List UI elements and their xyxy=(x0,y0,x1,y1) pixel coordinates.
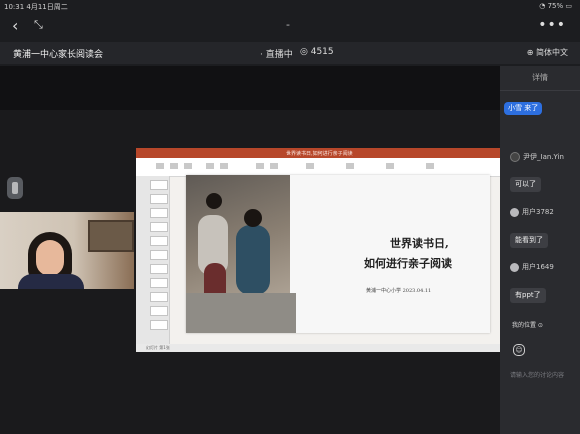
slide-thumbnail xyxy=(150,320,168,330)
slide-thumbnail xyxy=(150,222,168,232)
family-reading-photo xyxy=(186,175,296,333)
camera-wall-frame xyxy=(88,220,134,252)
slide-thumbnail xyxy=(150,278,168,288)
slide-canvas: 世界读书日, 如何进行亲子阅读 黄浦一中心小学 2023.04.11 xyxy=(186,175,490,333)
back-icon[interactable]: ‹ xyxy=(12,16,18,35)
status-bar: 10:31 4月11日周二 ◔ 75% ▭ xyxy=(0,0,580,12)
slide-thumbnail xyxy=(150,180,168,190)
slide-thumbnail xyxy=(150,306,168,316)
location-label: 我的位置 xyxy=(512,322,537,329)
ribbon-icon xyxy=(386,163,394,169)
divider xyxy=(500,90,580,91)
lock-icon[interactable] xyxy=(7,177,23,199)
ribbon-icon xyxy=(184,163,192,169)
shared-screen[interactable]: 世界读书日,如何进行亲子阅读 世界读书日, 如何进行亲子阅读 黄浦一中心小学 2… xyxy=(136,148,500,352)
slide-thumbnail xyxy=(150,292,168,302)
viewer-count-value: 4515 xyxy=(310,47,334,57)
slide-thumbnail xyxy=(150,208,168,218)
battery-indicator: ◔ 75% ▭ xyxy=(539,2,572,10)
slide-thumbnail xyxy=(150,236,168,246)
slide-thumbnail xyxy=(150,250,168,260)
chat-input[interactable]: 请输入您的讨论内容 xyxy=(510,370,578,379)
battery-label: 75% xyxy=(547,2,564,10)
speaker-camera-feed[interactable] xyxy=(0,212,134,289)
ribbon-icon xyxy=(306,163,314,169)
emoji-icon[interactable]: ☺ xyxy=(513,344,525,356)
speaker-body xyxy=(18,274,84,289)
stage-top-band xyxy=(0,66,500,110)
location-button[interactable]: 我的位置 ⊙ xyxy=(512,320,543,329)
viewer-count: ◎ 4515 xyxy=(300,47,334,57)
speaker-face xyxy=(36,240,64,276)
language-label: 简体中文 xyxy=(536,48,568,57)
photo-figure xyxy=(236,225,270,295)
slide-thumbnail xyxy=(150,194,168,204)
location-pin-icon: ⊙ xyxy=(536,322,543,329)
live-badge: · 直播中 xyxy=(260,47,293,60)
chat-message: 有ppt了 xyxy=(510,288,546,303)
chat-message: 能看到了 xyxy=(510,233,548,248)
photo-figure xyxy=(244,209,262,227)
ribbon-icon xyxy=(256,163,264,169)
viewers-icon: ◎ xyxy=(300,47,311,57)
chat-user: 尹伊_Ian.Yin xyxy=(510,152,564,162)
slide-subtitle: 黄浦一中心小学 2023.04.11 xyxy=(366,288,432,294)
title-dash: - xyxy=(286,18,290,31)
chat-user: 用户1649 xyxy=(510,262,554,272)
chat-message: 可以了 xyxy=(510,177,541,192)
photo-floor xyxy=(186,293,296,333)
ribbon-icon xyxy=(346,163,354,169)
chat-username: 用户3782 xyxy=(522,208,554,216)
avatar xyxy=(510,207,519,217)
stream-title: 黄浦一中心家长阅读会 xyxy=(13,50,104,60)
photo-figure xyxy=(206,193,222,209)
chat-user: 用户3782 xyxy=(510,207,554,217)
slide-thumbnails xyxy=(136,176,170,344)
shrink-icon[interactable]: ⤡ xyxy=(34,18,43,32)
avatar xyxy=(510,262,519,272)
ppt-status-text: 幻灯片 第1张 xyxy=(146,345,170,350)
ribbon-icon xyxy=(170,163,178,169)
ribbon-icon xyxy=(270,163,278,169)
ppt-window-title: 世界读书日,如何进行亲子阅读 xyxy=(286,151,353,157)
battery-icon: ▭ xyxy=(563,2,572,10)
status-time: 10:31 4月11日周二 xyxy=(4,3,68,11)
slide-headline-1: 世界读书日, xyxy=(390,237,449,250)
ribbon-icon xyxy=(156,163,164,169)
chat-username: 尹伊_Ian.Yin xyxy=(523,153,564,161)
language-switch[interactable]: ⊕ 简体中文 xyxy=(527,47,568,58)
ppt-status-bar: 幻灯片 第1张 xyxy=(136,344,500,352)
ppt-title-bar: 世界读书日,如何进行亲子阅读 xyxy=(136,148,500,158)
chat-username: 用户1649 xyxy=(522,263,554,271)
stream-title-bar: 黄浦一中心家长阅读会 · 直播中 ◎ 4515 ⊕ 简体中文 xyxy=(0,42,580,64)
ribbon-icon xyxy=(426,163,434,169)
globe-icon: ⊕ xyxy=(526,48,536,57)
tab-details[interactable]: 详情 xyxy=(500,72,580,83)
lock-icon-glyph xyxy=(12,182,18,194)
live-label: 直播中 xyxy=(265,50,293,60)
avatar xyxy=(510,152,520,162)
slide-headline-2: 如何进行亲子阅读 xyxy=(364,257,452,270)
ribbon-icon xyxy=(220,163,228,169)
slide-thumbnail xyxy=(150,264,168,274)
more-icon[interactable]: ••• xyxy=(538,17,566,33)
ribbon-icon xyxy=(206,163,214,169)
wifi-icon: ◔ xyxy=(539,2,548,10)
welcome-banner: 小雪 来了 xyxy=(504,102,543,115)
top-navigation: ‹ ⤡ - ••• xyxy=(0,12,580,42)
